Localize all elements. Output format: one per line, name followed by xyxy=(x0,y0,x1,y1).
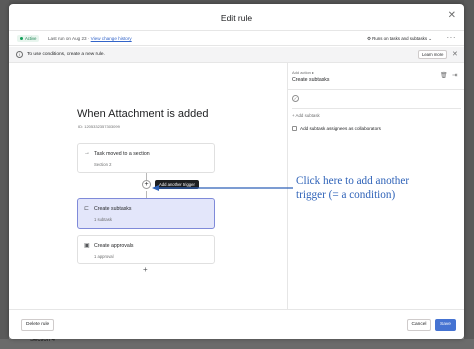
action-card-subtitle: 1 approval xyxy=(94,254,114,259)
action-card-subtitle: 1 subtask xyxy=(94,217,112,222)
backdrop-left xyxy=(0,0,9,349)
trigger-card-subtitle: Section 2 xyxy=(94,162,112,167)
runs-on-dropdown[interactable]: ⚙ Runs on tasks and subtasks ⌄ xyxy=(367,36,432,42)
delete-rule-button[interactable]: Delete rule xyxy=(21,319,55,331)
panel-divider xyxy=(292,108,461,109)
action-card-create-approvals[interactable]: ▣ Create approvals 1 approval xyxy=(77,235,215,264)
collapse-panel-icon[interactable]: ⇥ xyxy=(452,71,457,79)
action-card-title: Create subtasks xyxy=(94,206,132,212)
chevron-down-icon: ⌄ xyxy=(427,36,432,41)
add-action-button[interactable]: + xyxy=(143,265,148,274)
panel-title: Create subtasks xyxy=(292,77,330,83)
info-text: To use conditions, create a new rule. xyxy=(27,52,105,57)
collaborators-label: Add subtask assignees as collaborators xyxy=(300,126,381,131)
learn-more-button[interactable]: Learn more xyxy=(418,50,448,59)
trigger-card-title: Task moved to a section xyxy=(94,151,150,157)
backdrop-right xyxy=(464,0,474,349)
action-card-title: Create approvals xyxy=(94,243,134,249)
connector-line xyxy=(146,191,147,198)
collaborators-checkbox[interactable] xyxy=(292,126,297,131)
subtask-icon: ⊏ xyxy=(84,206,90,212)
edit-rule-modal: Edit rule ✕ Active Last run on Aug 23 · … xyxy=(9,4,464,339)
add-subtask-button[interactable]: + Add subtask xyxy=(292,113,320,118)
rule-title: When Attachment is added xyxy=(77,108,209,120)
modal-title: Edit rule xyxy=(220,13,253,23)
info-icon: i xyxy=(16,51,23,58)
save-button[interactable]: Save xyxy=(435,319,456,331)
modal-footer: Delete rule Cancel Save xyxy=(9,309,464,339)
action-card-create-subtasks[interactable]: ⊏ Create subtasks 1 subtask xyxy=(77,198,215,229)
panel-kicker: Add action ▸ xyxy=(292,70,315,75)
add-trigger-button[interactable]: + xyxy=(142,180,151,189)
trigger-card[interactable]: → Task moved to a section Section 2 xyxy=(77,143,215,173)
status-badge[interactable]: Active xyxy=(17,35,40,42)
more-dots-icon[interactable]: ··· xyxy=(447,33,457,42)
panel-header: Add action ▸ Create subtasks 🗑 ⇥ xyxy=(288,63,464,90)
last-run-info: Last run on Aug 23 · View change history xyxy=(48,36,132,41)
cancel-button[interactable]: Cancel xyxy=(407,319,431,331)
backdrop-bottom xyxy=(0,339,474,349)
approval-icon: ▣ xyxy=(84,243,90,249)
check-circle-icon[interactable]: ✓ xyxy=(292,95,299,102)
annotation-line-2: trigger (= a condition) xyxy=(296,188,396,201)
close-icon[interactable]: ✕ xyxy=(452,50,458,58)
status-badge-label: Active xyxy=(25,36,37,41)
status-bar: Active Last run on Aug 23 · View change … xyxy=(9,31,464,46)
annotation-text: Click here to add another trigger (= a c… xyxy=(296,175,409,202)
arrow-right-icon: → xyxy=(84,150,90,156)
change-history-link[interactable]: View change history xyxy=(91,36,132,41)
rule-canvas: When Attachment is added ID: 12053323573… xyxy=(9,63,287,309)
info-bar: i To use conditions, create a new rule. … xyxy=(9,47,464,63)
trash-icon[interactable]: 🗑 xyxy=(440,72,448,79)
close-icon[interactable]: ✕ xyxy=(448,11,456,21)
active-dot-icon xyxy=(20,37,23,41)
last-run-text: Last run on Aug 23 · xyxy=(48,36,91,41)
rule-id: ID: 1205332357303099 xyxy=(78,124,120,129)
add-trigger-tooltip: Add another trigger xyxy=(155,180,199,189)
runs-on-label: Runs on tasks and subtasks xyxy=(372,36,428,41)
annotation-line-1: Click here to add another xyxy=(296,175,410,187)
modal-header: Edit rule ✕ xyxy=(9,4,464,31)
